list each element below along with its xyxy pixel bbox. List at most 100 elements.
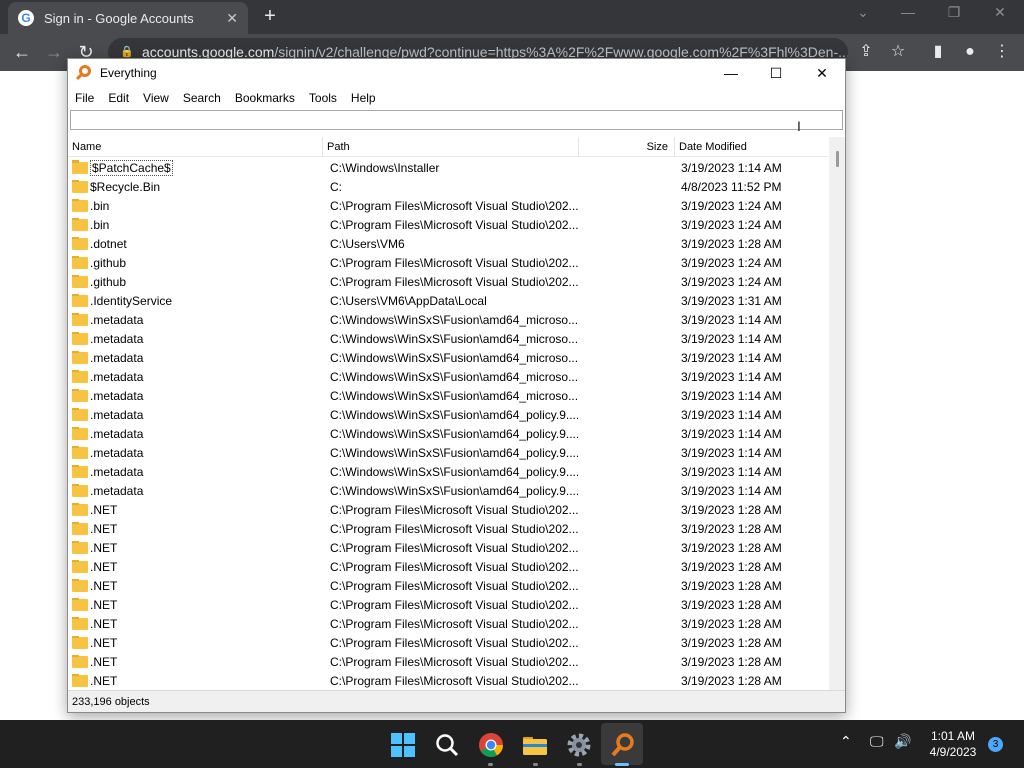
chrome-menu-icon[interactable]: ⋮ bbox=[990, 40, 1014, 64]
table-row[interactable]: .metadata C:\Windows\WinSxS\Fusion\amd64_… bbox=[68, 310, 828, 329]
cell-path: C:\Windows\WinSxS\Fusion\amd64_microso..… bbox=[330, 369, 578, 384]
file-name: .NET bbox=[90, 578, 118, 593]
cell-path: C:\Program Files\Microsoft Visual Studio… bbox=[330, 559, 578, 574]
menu-tools[interactable]: Tools bbox=[309, 91, 337, 105]
column-size[interactable]: Size bbox=[579, 137, 675, 157]
table-row[interactable]: .NET C:\Program Files\Microsoft Visual St… bbox=[68, 595, 828, 614]
table-row[interactable]: .NET C:\Program Files\Microsoft Visual St… bbox=[68, 557, 828, 576]
folder-icon bbox=[72, 578, 88, 592]
side-panel-icon[interactable]: ▮ bbox=[926, 40, 950, 64]
network-icon[interactable]: 🖵 bbox=[870, 733, 884, 750]
everything-titlebar[interactable]: Everything — ☐ ✕ bbox=[68, 59, 845, 87]
scrollbar-thumb[interactable] bbox=[836, 151, 839, 167]
table-row[interactable]: .metadata C:\Windows\WinSxS\Fusion\amd64_… bbox=[68, 386, 828, 405]
browser-restore-icon[interactable]: ❐ bbox=[942, 4, 966, 21]
menu-file[interactable]: File bbox=[75, 91, 94, 105]
table-row[interactable]: .metadata C:\Windows\WinSxS\Fusion\amd64_… bbox=[68, 348, 828, 367]
menu-help[interactable]: Help bbox=[351, 91, 376, 105]
table-row[interactable]: .metadata C:\Windows\WinSxS\Fusion\amd64_… bbox=[68, 329, 828, 348]
minimize-icon[interactable]: — bbox=[708, 59, 754, 87]
table-row[interactable]: .NET C:\Program Files\Microsoft Visual St… bbox=[68, 500, 828, 519]
table-row[interactable]: .NET C:\Program Files\Microsoft Visual St… bbox=[68, 652, 828, 671]
profile-icon[interactable]: ● bbox=[958, 40, 982, 64]
notification-badge[interactable]: 3 bbox=[988, 737, 1003, 752]
share-icon[interactable]: ⇪ bbox=[854, 40, 878, 64]
browser-close-icon[interactable]: ✕ bbox=[988, 4, 1012, 21]
column-date-modified[interactable]: Date Modified bbox=[675, 137, 828, 157]
windows-start-icon[interactable] bbox=[390, 732, 416, 758]
table-row[interactable]: .NET C:\Program Files\Microsoft Visual St… bbox=[68, 519, 828, 538]
cell-date: 3/19/2023 1:28 AM bbox=[681, 597, 782, 612]
table-row[interactable]: .NET C:\Program Files\Microsoft Visual St… bbox=[68, 614, 828, 633]
menu-edit[interactable]: Edit bbox=[108, 91, 129, 105]
file-name: .metadata bbox=[90, 312, 144, 327]
search-icon[interactable] bbox=[434, 732, 460, 758]
close-icon[interactable]: ✕ bbox=[799, 59, 845, 87]
menu-bookmarks[interactable]: Bookmarks bbox=[235, 91, 295, 105]
table-row[interactable]: .NET C:\Program Files\Microsoft Visual St… bbox=[68, 633, 828, 652]
table-row[interactable]: .metadata C:\Windows\WinSxS\Fusion\amd64_… bbox=[68, 443, 828, 462]
cell-date: 3/19/2023 1:24 AM bbox=[681, 217, 782, 232]
folder-icon bbox=[72, 217, 88, 231]
cell-path: C:\Windows\WinSxS\Fusion\amd64_microso..… bbox=[330, 388, 578, 403]
bookmark-star-icon[interactable]: ☆ bbox=[886, 40, 910, 64]
tab-close-icon[interactable]: ✕ bbox=[226, 10, 238, 27]
folder-icon bbox=[72, 274, 88, 288]
table-row[interactable]: $PatchCache$ C:\Windows\Installer 3/19/202… bbox=[68, 158, 828, 177]
vertical-scrollbar[interactable] bbox=[829, 137, 845, 690]
table-row[interactable]: .metadata C:\Windows\WinSxS\Fusion\amd64_… bbox=[68, 405, 828, 424]
file-name: .NET bbox=[90, 540, 118, 555]
cell-name: .NET bbox=[68, 616, 326, 631]
cell-path: C:\Windows\WinSxS\Fusion\amd64_policy.9.… bbox=[330, 464, 578, 479]
table-row[interactable]: .IdentityService C:\Users\VM6\AppData\Loc… bbox=[68, 291, 828, 310]
volume-icon[interactable]: 🔊 bbox=[894, 733, 911, 750]
menu-view[interactable]: View bbox=[143, 91, 169, 105]
back-arrow-icon[interactable]: ← bbox=[10, 40, 34, 64]
table-row[interactable]: .NET C:\Program Files\Microsoft Visual St… bbox=[68, 671, 828, 690]
cell-path: C:\Program Files\Microsoft Visual Studio… bbox=[330, 274, 578, 289]
maximize-icon[interactable]: ☐ bbox=[753, 59, 799, 87]
file-name: .metadata bbox=[90, 407, 144, 422]
column-name[interactable]: Name bbox=[68, 137, 323, 157]
folder-icon bbox=[72, 483, 88, 497]
table-row[interactable]: .metadata C:\Windows\WinSxS\Fusion\amd64_… bbox=[68, 481, 828, 500]
cell-path: C:\Program Files\Microsoft Visual Studio… bbox=[330, 654, 578, 669]
table-row[interactable]: .metadata C:\Windows\WinSxS\Fusion\amd64_… bbox=[68, 367, 828, 386]
table-row[interactable]: .metadata C:\Windows\WinSxS\Fusion\amd64_… bbox=[68, 424, 828, 443]
chrome-icon[interactable] bbox=[478, 732, 504, 758]
file-name: .github bbox=[90, 255, 127, 270]
file-name: .NET bbox=[90, 635, 118, 650]
table-row[interactable]: .bin C:\Program Files\Microsoft Visual St… bbox=[68, 196, 828, 215]
browser-tab[interactable]: G Sign in - Google Accounts ✕ bbox=[8, 2, 248, 34]
cell-path: C:\Program Files\Microsoft Visual Studio… bbox=[330, 673, 578, 688]
cell-date: 3/19/2023 1:14 AM bbox=[681, 369, 782, 384]
everything-icon[interactable] bbox=[610, 732, 636, 758]
settings-icon[interactable] bbox=[566, 732, 592, 758]
table-row[interactable]: .metadata C:\Windows\WinSxS\Fusion\amd64_… bbox=[68, 462, 828, 481]
column-path[interactable]: Path bbox=[323, 137, 579, 157]
search-input[interactable] bbox=[70, 110, 843, 130]
table-row[interactable]: .NET C:\Program Files\Microsoft Visual St… bbox=[68, 538, 828, 557]
browser-minimize-icon[interactable]: — bbox=[896, 4, 920, 20]
cell-name: .metadata bbox=[68, 369, 326, 384]
table-row[interactable]: $Recycle.Bin C: 4/8/2023 11:52 PM bbox=[68, 177, 828, 196]
table-row[interactable]: .NET C:\Program Files\Microsoft Visual St… bbox=[68, 576, 828, 595]
cell-date: 3/19/2023 1:14 AM bbox=[681, 483, 782, 498]
table-row[interactable]: .dotnet C:\Users\VM6 3/19/2023 1:28 AM bbox=[68, 234, 828, 253]
table-row[interactable]: .github C:\Program Files\Microsoft Visual… bbox=[68, 272, 828, 291]
show-hidden-icons-chevron[interactable]: ⌃ bbox=[840, 733, 852, 750]
tab-search-chevron-icon[interactable]: ⌄ bbox=[851, 4, 875, 21]
menu-search[interactable]: Search bbox=[183, 91, 221, 105]
system-clock[interactable]: 1:01 AM 4/9/2023 bbox=[918, 728, 988, 760]
table-row[interactable]: .bin C:\Program Files\Microsoft Visual St… bbox=[68, 215, 828, 234]
cell-path: C:\Windows\WinSxS\Fusion\amd64_policy.9.… bbox=[330, 426, 578, 441]
folder-icon bbox=[72, 198, 88, 212]
table-row[interactable]: .github C:\Program Files\Microsoft Visual… bbox=[68, 253, 828, 272]
cell-date: 3/19/2023 1:31 AM bbox=[681, 293, 782, 308]
forward-arrow-icon[interactable]: → bbox=[42, 40, 66, 64]
folder-icon bbox=[72, 445, 88, 459]
new-tab-icon[interactable]: + bbox=[258, 4, 282, 28]
folder-icon bbox=[72, 464, 88, 478]
cell-name: .IdentityService bbox=[68, 293, 326, 308]
file-explorer-icon[interactable] bbox=[522, 732, 548, 758]
